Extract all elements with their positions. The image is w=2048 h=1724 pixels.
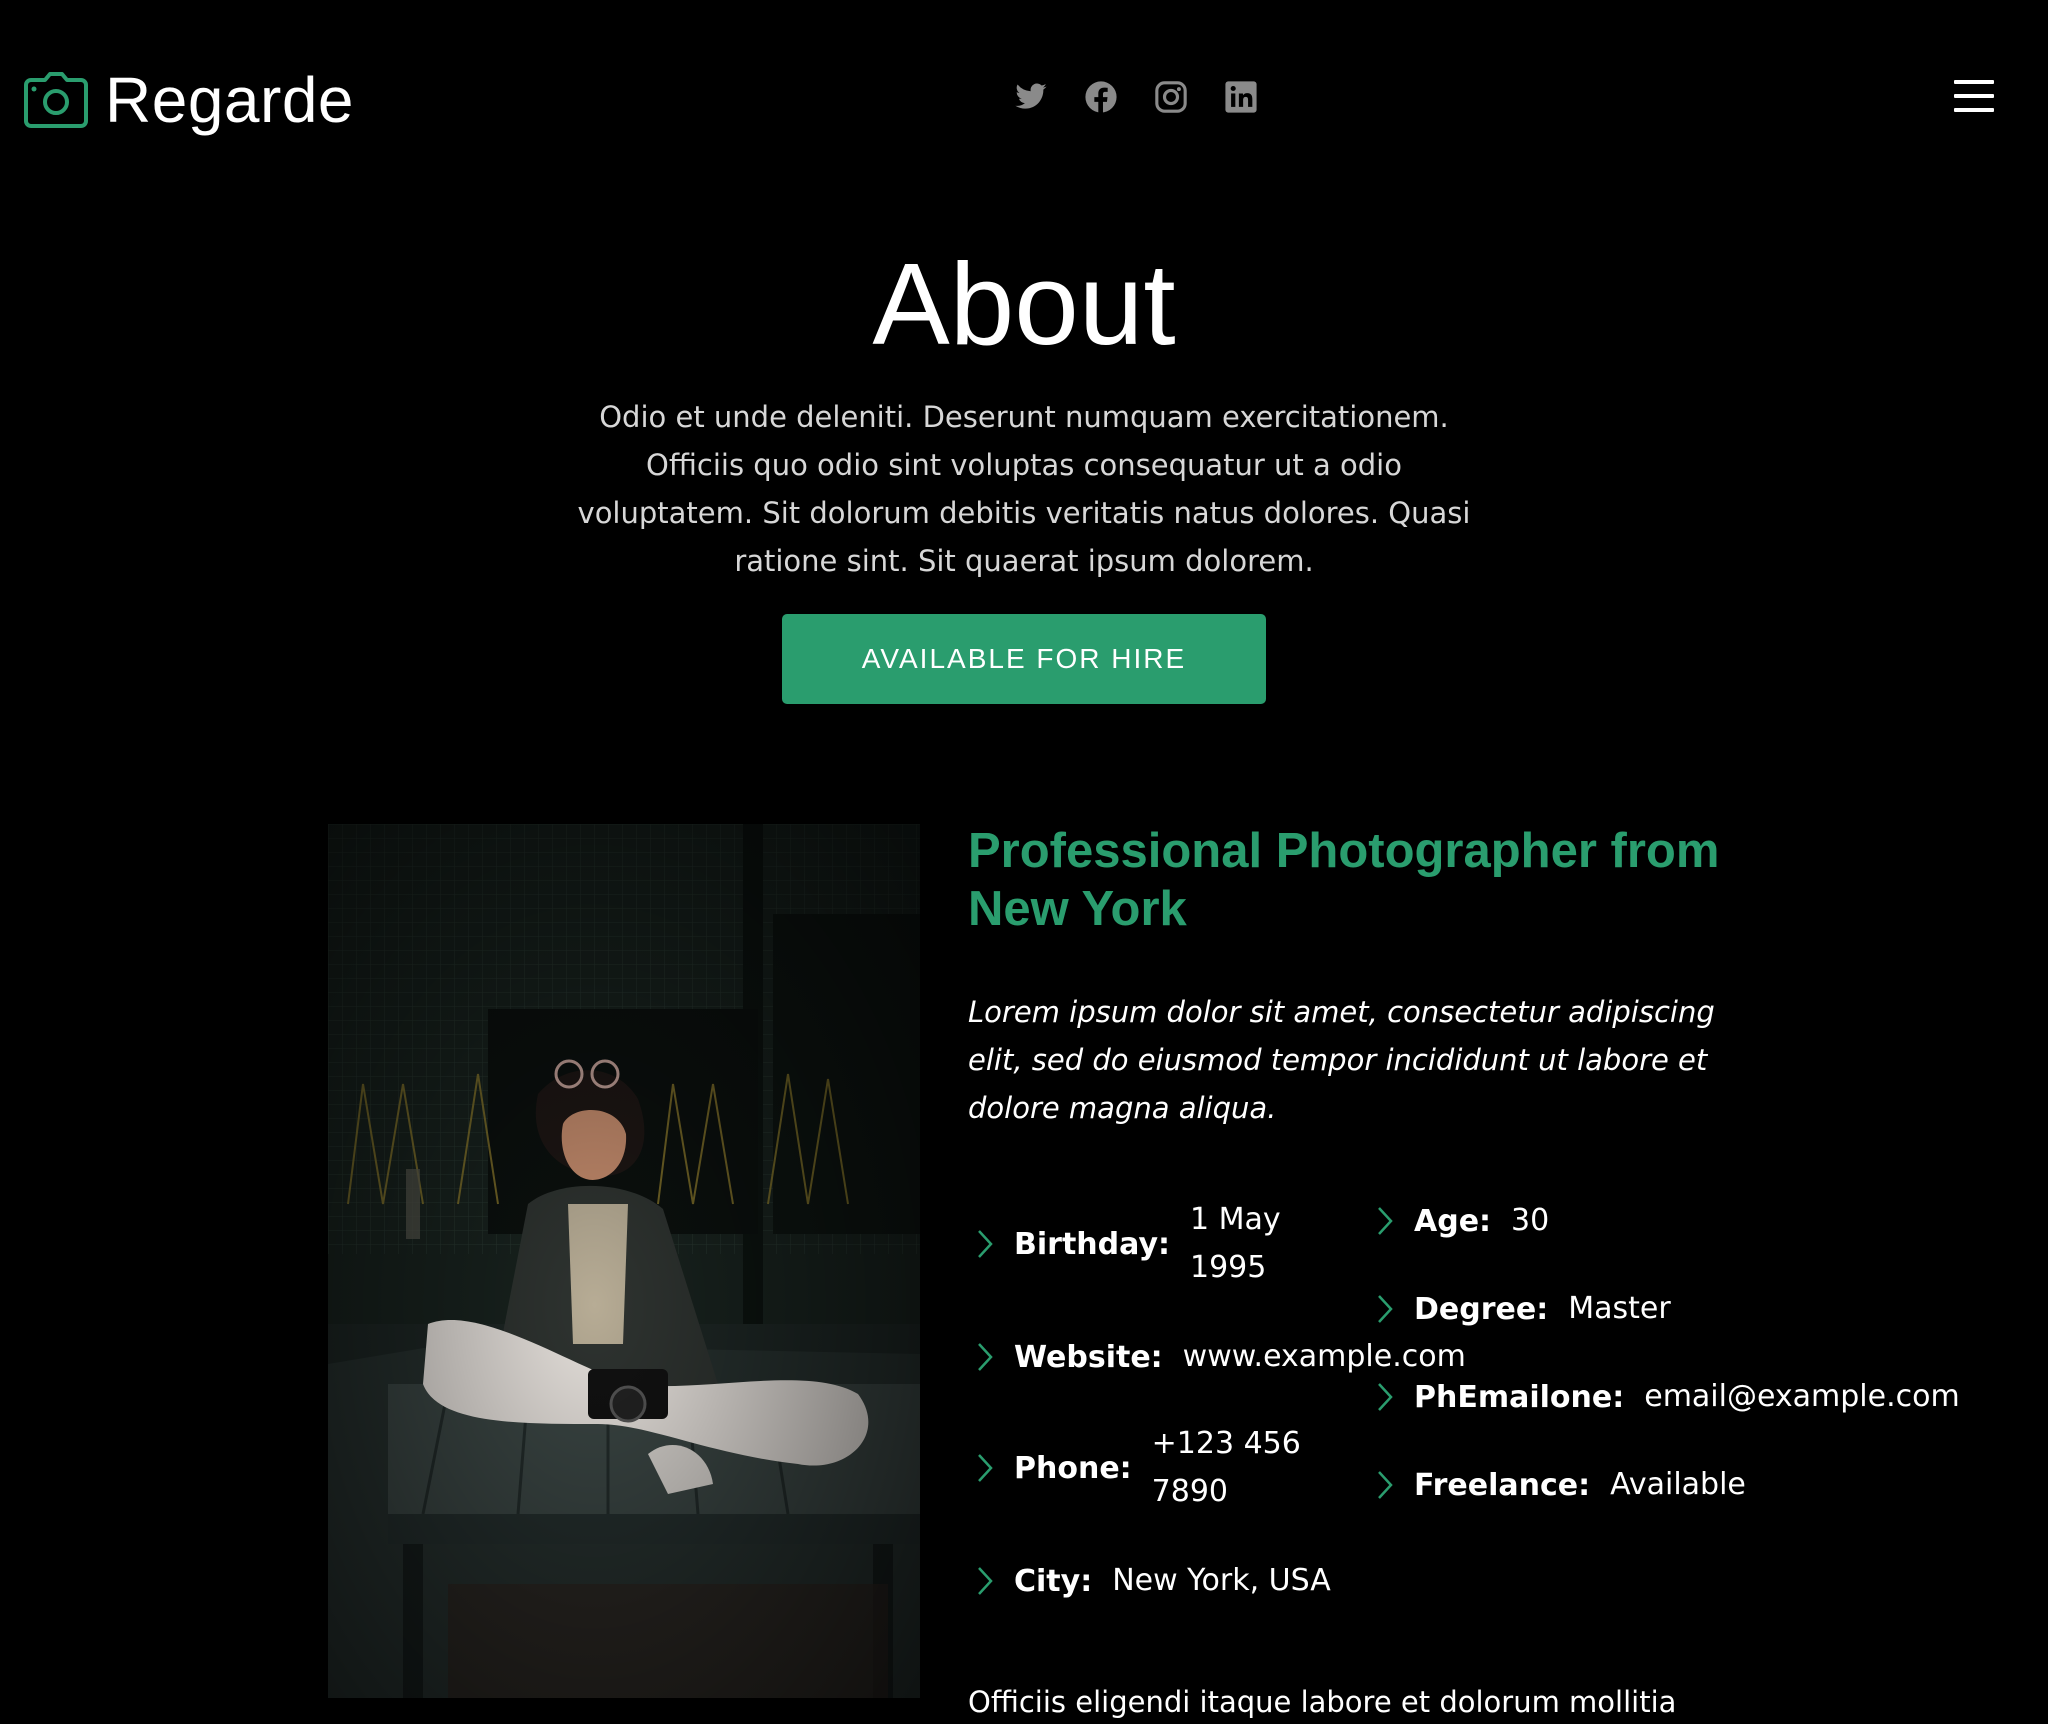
detail-city: City: New York, USA [974,1557,1331,1605]
detail-label: Degree: [1414,1291,1549,1327]
role-title: Professional Photographer from New York [968,824,1720,936]
available-for-hire-button[interactable]: Available for hire [782,614,1266,704]
linkedin-icon[interactable] [1224,80,1258,114]
detail-value: Master [1568,1291,1671,1326]
detail-value: Available [1610,1467,1746,1502]
chevron-right-icon [1378,1207,1393,1235]
detail-label: Freelance: [1414,1467,1591,1503]
detail-value: New York, USA [1112,1563,1331,1598]
facebook-icon[interactable] [1084,80,1118,114]
detail-value: 30 [1511,1203,1550,1238]
instagram-icon[interactable] [1154,80,1188,114]
photographer-photo [328,824,920,1698]
hamburger-menu-icon[interactable] [1954,78,1996,114]
detail-label: Birthday: [1014,1226,1170,1262]
detail-value: email@example.com [1644,1379,1960,1414]
detail-age: Age: 30 [1374,1197,1549,1245]
detail-label: Website: [1014,1339,1163,1375]
page-title: About [872,239,1176,369]
chevron-right-icon [978,1567,993,1595]
detail-degree: Degree: Master [1374,1285,1671,1333]
detail-value: 1 May 1995 [1190,1202,1281,1285]
about-page: Regarde About Odio et unde deleniti. Des… [0,0,2048,1724]
detail-label: Phone: [1014,1450,1132,1486]
chevron-right-icon [978,1230,993,1258]
detail-email: PhEmailone: email@example.com [1374,1373,1960,1421]
social-links [1014,80,1258,114]
chevron-right-icon [1378,1383,1393,1411]
detail-label: Age: [1414,1203,1492,1239]
twitter-icon[interactable] [1014,80,1048,114]
detail-phone: Phone: +123 456 7890 [974,1420,1302,1516]
chevron-right-icon [1378,1295,1393,1323]
detail-label: PhEmailone: [1414,1379,1625,1415]
detail-label: City: [1014,1563,1093,1599]
detail-value: +123 456 7890 [1151,1426,1301,1509]
detail-birthday: Birthday: 1 May 1995 [974,1196,1300,1292]
brand-name: Regarde [105,64,354,136]
site-header: Regarde [0,0,2048,200]
camera-icon [24,72,88,128]
detail-freelance: Freelance: Available [1374,1461,1746,1509]
chevron-right-icon [978,1343,993,1371]
chevron-right-icon [978,1454,993,1482]
brand-logo[interactable]: Regarde [23,60,354,140]
chevron-right-icon [1378,1471,1393,1499]
intro-text: Odio et unde deleniti. Deserunt numquam … [577,400,1471,578]
outro-text: Officiis eligendi itaque labore et dolor… [968,1685,1677,1719]
lead-text: Lorem ipsum dolor sit amet, consectetur … [968,995,1715,1125]
